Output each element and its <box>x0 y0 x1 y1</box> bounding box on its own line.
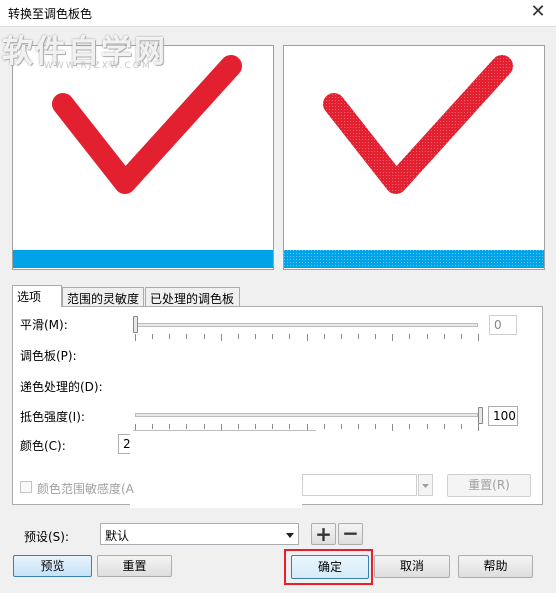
converted-preview <box>283 45 545 270</box>
slider-tick <box>427 424 428 429</box>
slider-tick <box>135 334 136 341</box>
checkmark-original <box>52 55 242 194</box>
slider-tick <box>289 334 290 339</box>
slider-tick <box>461 334 462 339</box>
slider-tick <box>392 424 393 431</box>
slider-tick <box>427 334 428 339</box>
slider-tick <box>238 424 239 429</box>
close-icon[interactable]: ✕ <box>526 1 550 23</box>
slider-tick <box>341 334 342 339</box>
remove-preset-button[interactable]: − <box>338 523 363 545</box>
occluding-panel <box>130 430 317 470</box>
window-title: 转换至调色板色 <box>8 7 93 21</box>
occluding-edge <box>133 430 316 431</box>
smooth-value-field[interactable]: 0 <box>489 315 517 335</box>
slider-tick <box>461 424 462 429</box>
slider-tick <box>255 334 256 339</box>
slider-tick <box>409 424 410 429</box>
jitter-slider-thumb[interactable] <box>478 407 483 424</box>
smooth-label: 平滑(M): <box>20 318 68 332</box>
preset-dropdown[interactable]: 默认 <box>100 523 299 545</box>
dither-label: 递色处理的(D): <box>20 380 103 394</box>
slider-tick <box>186 424 187 429</box>
slider-tick <box>358 424 359 429</box>
slider-tick <box>238 334 239 339</box>
slider-tick <box>289 424 290 429</box>
slider-tick <box>186 334 187 339</box>
slider-tick <box>152 424 153 429</box>
range-dropdown-button[interactable] <box>418 474 433 496</box>
color-label: 颜色(C): <box>20 439 66 453</box>
help-button[interactable]: 帮助 <box>458 555 533 578</box>
range-color-dropdown[interactable] <box>302 474 417 496</box>
slider-tick <box>444 424 445 429</box>
checkmark-converted <box>284 55 544 268</box>
preview-button[interactable]: 预览 <box>13 555 92 577</box>
range-sensitivity-label: 颜色范围敏感度(A <box>37 482 134 496</box>
tab-processed-palette[interactable]: 已处理的调色板 <box>145 287 240 306</box>
palette-label: 调色板(P): <box>20 349 77 363</box>
reset-button[interactable]: 重置 <box>97 555 172 577</box>
add-preset-button[interactable]: + <box>311 523 336 545</box>
slider-tick <box>307 334 308 341</box>
jitter-value-field[interactable]: 100 <box>488 406 518 426</box>
cancel-button[interactable]: 取消 <box>374 555 450 578</box>
tab-options[interactable]: 选项 <box>12 285 62 307</box>
slider-tick <box>204 334 205 339</box>
range-reset-button[interactable]: 重置(R) <box>447 474 531 497</box>
jitter-label: 抵色强度(I): <box>20 410 85 424</box>
slider-tick <box>478 334 479 341</box>
slider-tick <box>444 334 445 339</box>
chevron-down-icon <box>422 484 429 488</box>
preset-dropdown-value: 默认 <box>105 529 130 543</box>
smooth-slider-thumb[interactable] <box>133 316 138 333</box>
slider-tick <box>272 424 273 429</box>
tab-range-sensitivity[interactable]: 范围的灵敏度 <box>62 287 144 306</box>
slider-tick <box>169 334 170 339</box>
slider-tick <box>375 334 376 339</box>
smooth-slider-track[interactable] <box>135 323 478 327</box>
slider-tick <box>324 424 325 429</box>
jitter-slider-track[interactable] <box>135 413 478 417</box>
slider-tick <box>255 424 256 429</box>
slider-tick <box>375 424 376 429</box>
slider-tick <box>478 424 479 431</box>
slider-tick <box>341 424 342 429</box>
slider-tick <box>169 424 170 429</box>
watermark-url: WWW.RJZXW.COM <box>44 61 152 71</box>
range-sensitivity-checkbox[interactable] <box>20 481 32 493</box>
chevron-down-icon <box>286 533 294 538</box>
ok-highlight-box <box>284 549 373 585</box>
slider-tick <box>409 334 410 339</box>
slider-tick <box>272 334 273 339</box>
slider-tick <box>204 424 205 429</box>
occluding-panel-lower <box>130 468 302 508</box>
original-preview <box>12 45 274 270</box>
slider-tick <box>358 334 359 339</box>
slider-tick <box>392 334 393 341</box>
preset-label: 预设(S): <box>24 530 70 544</box>
slider-tick <box>152 334 153 339</box>
slider-tick <box>221 334 222 341</box>
blue-bar-original <box>13 250 273 268</box>
smooth-slider-ticks <box>135 334 479 341</box>
slider-tick <box>324 334 325 339</box>
